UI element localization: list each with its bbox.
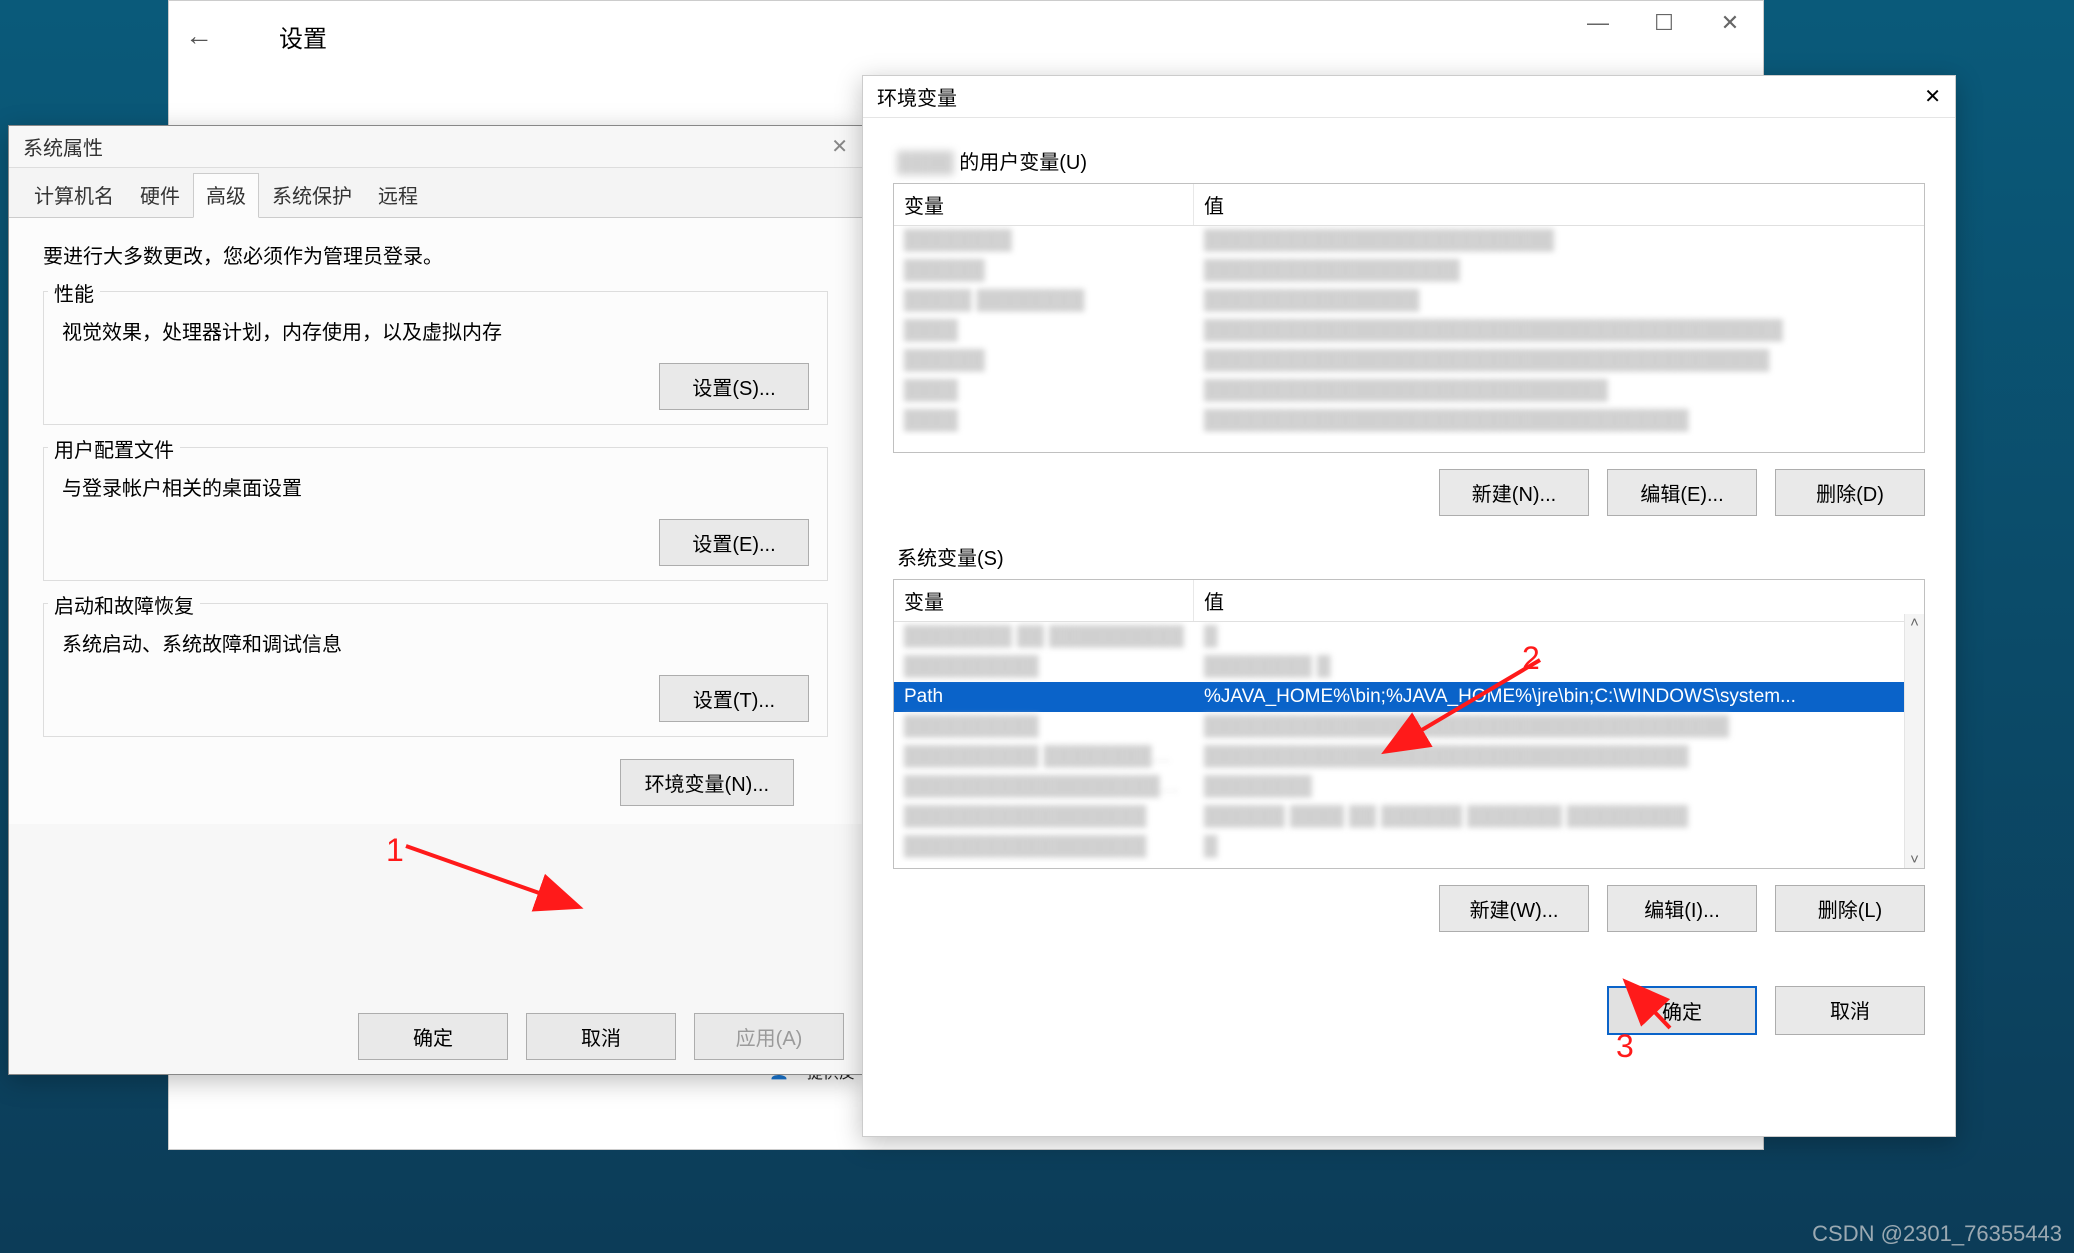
desktop: ← 设置 — ☐ ✕ 🗨 获取帮 👤 提供反 系统属性 ✕ 计算机名: [0, 0, 2074, 1253]
tab-advanced[interactable]: 高级: [193, 173, 259, 218]
table-row[interactable]: ███████████████████: [894, 832, 1924, 862]
envvars-title: 环境变量: [877, 82, 957, 111]
group-title: 启动和故障恢复: [48, 590, 200, 619]
system-vars-list[interactable]: 变量 值 ████████ ██ ███████████████████████…: [893, 579, 1925, 869]
back-icon[interactable]: ←: [169, 6, 229, 66]
startup-settings-button[interactable]: 设置(T)...: [659, 675, 809, 722]
sys-edit-button[interactable]: 编辑(I)...: [1607, 885, 1757, 932]
table-row[interactable]: ████████████████████████████████: [894, 772, 1924, 802]
startup-group: 启动和故障恢复 系统启动、系统故障和调试信息 设置(T)...: [43, 603, 828, 737]
user-vars-label: ████ 的用户变量(U): [897, 146, 1925, 175]
tab-remote[interactable]: 远程: [365, 173, 431, 218]
environment-variables-dialog: 环境变量 ✕ ████ 的用户变量(U) 变量 值 ██████████████…: [862, 75, 1956, 1137]
close-icon[interactable]: ✕: [831, 134, 848, 159]
table-row[interactable]: ██████████████████████████████████: [894, 376, 1924, 406]
maximize-icon[interactable]: ☐: [1631, 1, 1697, 45]
table-row[interactable]: Path%JAVA_HOME%\bin;%JAVA_HOME%\jre\bin;…: [894, 682, 1924, 712]
sys-vars-label: 系统变量(S): [897, 542, 1925, 571]
environment-variables-button[interactable]: 环境变量(N)...: [620, 759, 794, 806]
table-row[interactable]: █████████████████████████: [894, 256, 1924, 286]
settings-titlebar[interactable]: ← 设置 — ☐ ✕: [169, 1, 1763, 71]
group-desc: 视觉效果，处理器计划，内存使用，以及虚拟内存: [62, 316, 809, 345]
profiles-group: 用户配置文件 与登录帐户相关的桌面设置 设置(E)...: [43, 447, 828, 581]
table-row[interactable]: ██████████████████ █: [894, 652, 1924, 682]
performance-group: 性能 视觉效果，处理器计划，内存使用，以及虚拟内存 设置(S)...: [43, 291, 828, 425]
group-title: 用户配置文件: [48, 434, 180, 463]
sysprops-tabs: 计算机名 硬件 高级 系统保护 远程: [9, 168, 862, 218]
sys-new-button[interactable]: 新建(W)...: [1439, 885, 1589, 932]
group-desc: 与登录帐户相关的桌面设置: [62, 472, 809, 501]
ok-button[interactable]: 确定: [358, 1013, 508, 1060]
admin-note: 要进行大多数更改，您必须作为管理员登录。: [43, 240, 828, 269]
cancel-button[interactable]: 取消: [526, 1013, 676, 1060]
user-new-button[interactable]: 新建(N)...: [1439, 469, 1589, 516]
ok-button[interactable]: 确定: [1607, 986, 1757, 1035]
table-row[interactable]: ████████████████████████████████████████…: [894, 712, 1924, 742]
system-properties-dialog: 系统属性 ✕ 计算机名 硬件 高级 系统保护 远程 要进行大多数更改，您必须作为…: [8, 125, 863, 1075]
col-value[interactable]: 值: [1194, 580, 1924, 621]
close-icon[interactable]: ✕: [1697, 1, 1763, 45]
user-vars-list[interactable]: 变量 值 ███████████████████████████████████…: [893, 183, 1925, 453]
group-desc: 系统启动、系统故障和调试信息: [62, 628, 809, 657]
tab-hardware[interactable]: 硬件: [127, 173, 193, 218]
table-row[interactable]: ██████████████████████████████████: [894, 226, 1924, 256]
table-row[interactable]: ████████████████████████████████████████: [894, 406, 1924, 436]
profile-settings-button[interactable]: 设置(E)...: [659, 519, 809, 566]
user-delete-button[interactable]: 删除(D): [1775, 469, 1925, 516]
user-edit-button[interactable]: 编辑(E)...: [1607, 469, 1757, 516]
sysprops-title: 系统属性: [23, 132, 103, 161]
sys-delete-button[interactable]: 删除(L): [1775, 885, 1925, 932]
scroll-down-icon: ˅: [1910, 851, 1919, 868]
cancel-button[interactable]: 取消: [1775, 986, 1925, 1035]
scroll-up-icon: ˄: [1910, 614, 1919, 631]
col-variable[interactable]: 变量: [894, 580, 1194, 621]
settings-title: 设置: [279, 19, 327, 54]
minimize-icon[interactable]: —: [1565, 1, 1631, 45]
col-value[interactable]: 值: [1194, 184, 1924, 225]
perf-settings-button[interactable]: 设置(S)...: [659, 363, 809, 410]
apply-button[interactable]: 应用(A): [694, 1013, 844, 1060]
col-variable[interactable]: 变量: [894, 184, 1194, 225]
table-row[interactable]: ████████ ██ ███████████: [894, 622, 1924, 652]
scrollbar[interactable]: ˄˅: [1904, 614, 1924, 868]
group-title: 性能: [48, 278, 100, 307]
table-row[interactable]: █████ ████████████████████████: [894, 286, 1924, 316]
table-row[interactable]: ████████████████████████ ████ ██ ██████ …: [894, 802, 1924, 832]
watermark: CSDN @2301_76355443: [1812, 1221, 2062, 1247]
table-row[interactable]: ████████████████████████████████████████…: [894, 316, 1924, 346]
table-row[interactable]: ████████████████████████████████████████…: [894, 346, 1924, 376]
close-icon[interactable]: ✕: [1924, 84, 1941, 109]
table-row[interactable]: ██████████ █████████████████████████████…: [894, 742, 1924, 772]
tab-system-protection[interactable]: 系统保护: [259, 173, 365, 218]
tab-computer-name[interactable]: 计算机名: [21, 173, 127, 218]
